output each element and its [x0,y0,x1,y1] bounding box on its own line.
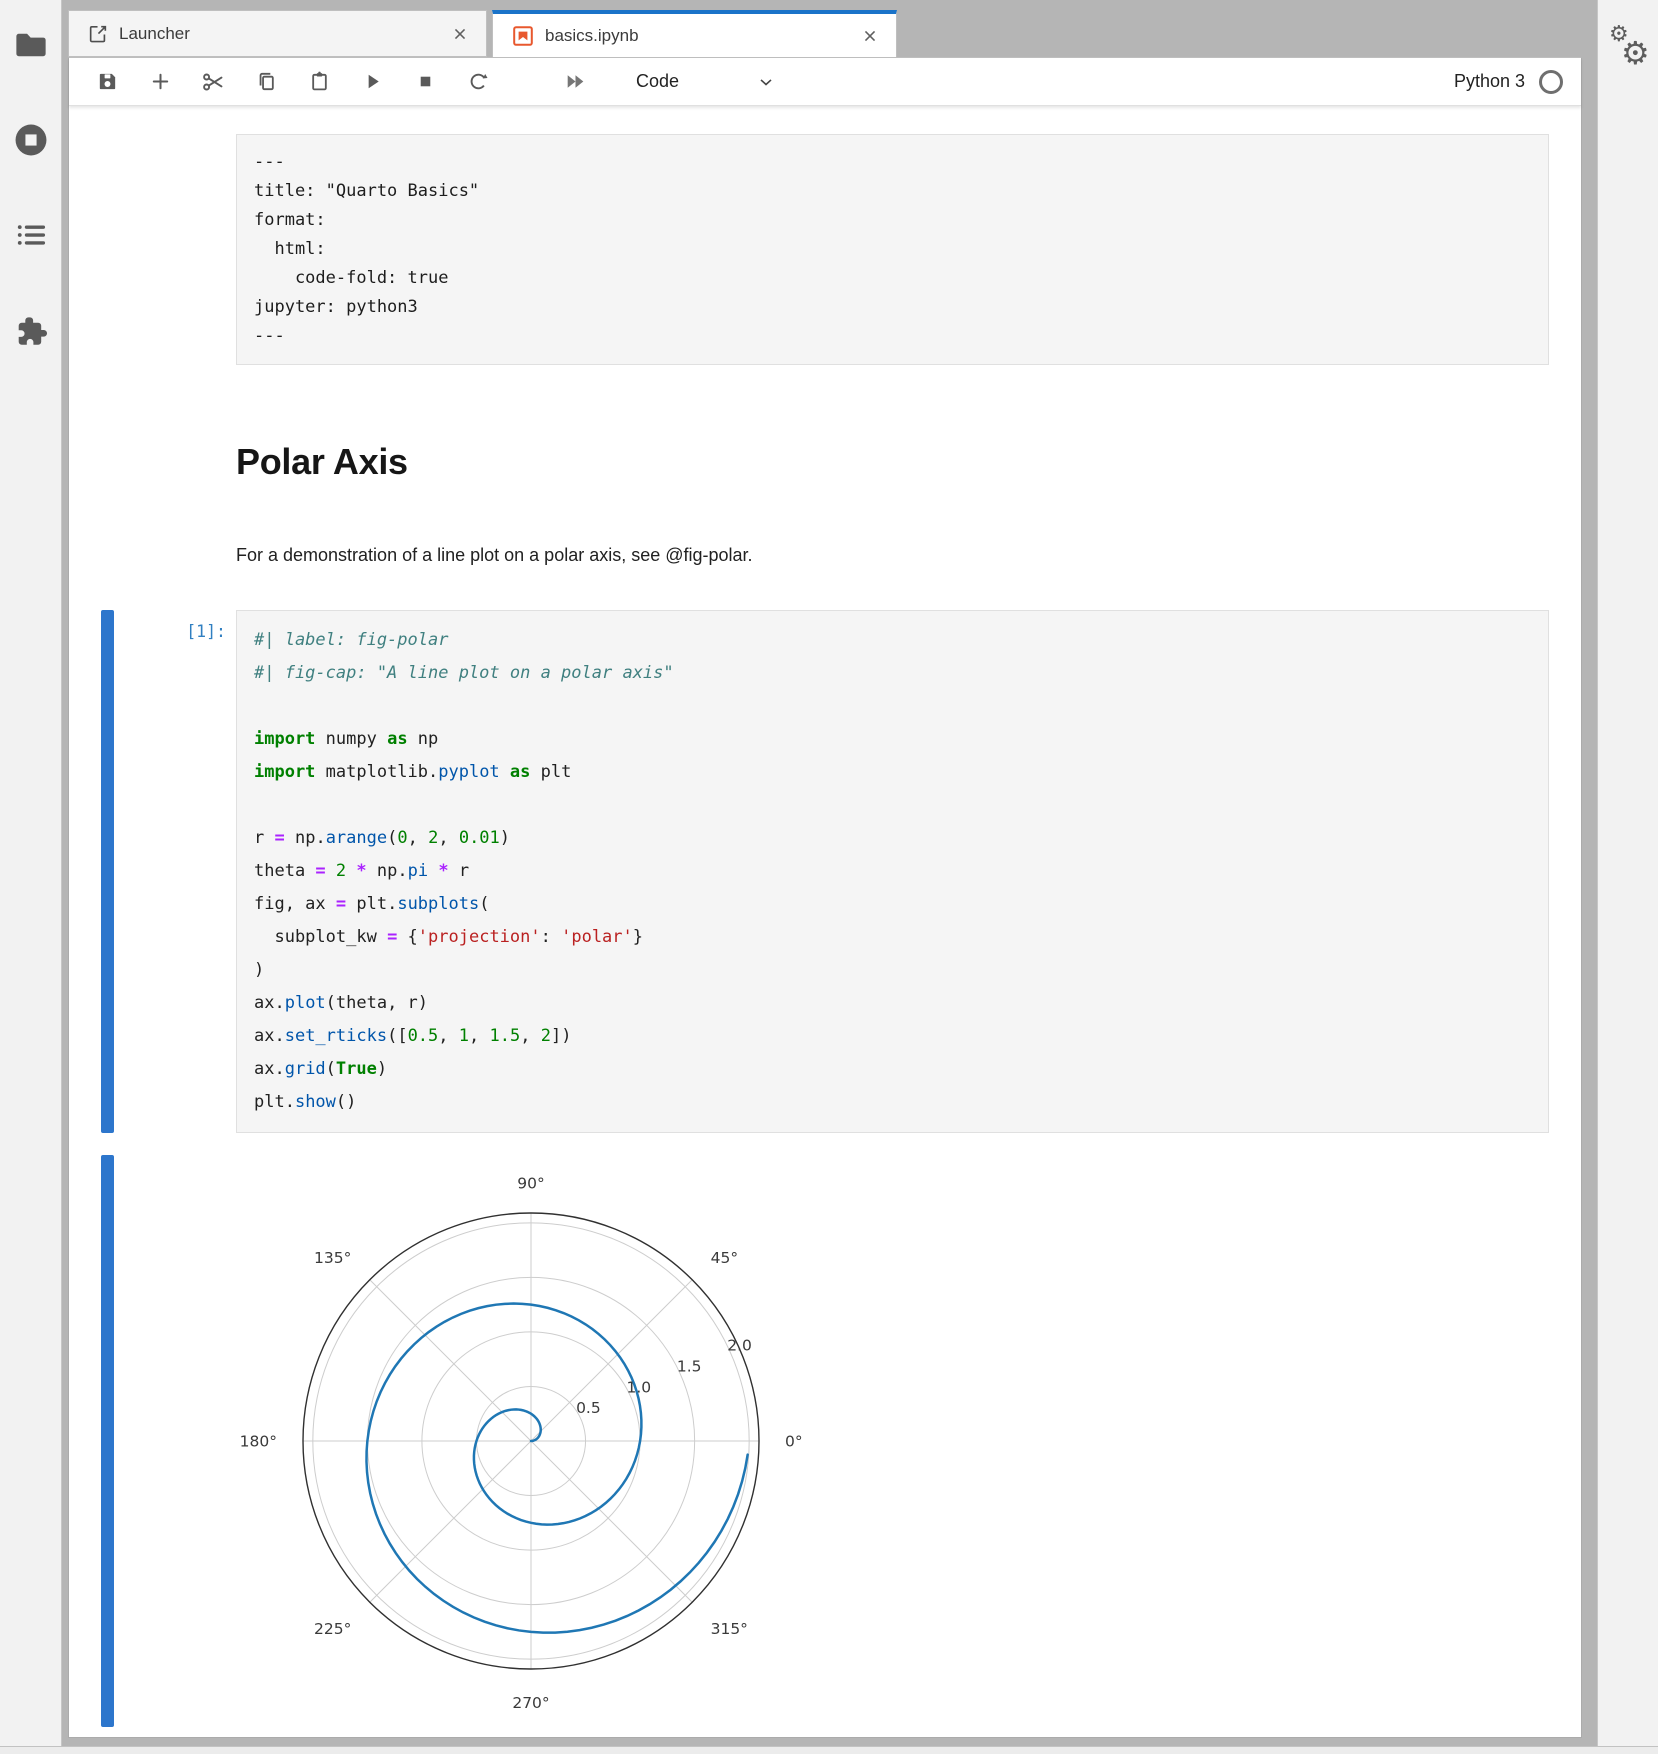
svg-text:1.5: 1.5 [677,1357,702,1375]
svg-text:270°: 270° [512,1694,549,1712]
launcher-icon [87,23,109,45]
status-bar [0,1746,1658,1754]
markdown-paragraph: For a demonstration of a line plot on a … [236,545,1581,566]
polar-plot: 0° 45° 90° 135° 180° 225° 270° 315° 0.5 1.0 1.5 2.0 [236,1155,836,1727]
list-icon [13,217,49,253]
output-area: 0° 45° 90° 135° 180° 225° 270° 315° 0.5 1.0 1.5 2.0 [236,1155,1549,1727]
tab-launcher-label: Launcher [119,24,438,44]
svg-text:90°: 90° [517,1175,544,1193]
code-cell-editor[interactable]: #| label: fig-polar#| fig-cap: "A line p… [236,610,1549,1133]
tab-bar: Launcher basics.ipynb [68,10,1582,57]
cut-button[interactable] [193,65,233,99]
file-browser-icon[interactable] [0,14,62,76]
stop-button[interactable] [405,65,445,99]
tab-notebook[interactable]: basics.ipynb [492,10,897,57]
svg-text:0.5: 0.5 [576,1399,601,1417]
gear-big-icon: ⚙ [1621,34,1650,72]
right-sidebar: ⚙ ⚙ [1597,0,1658,1754]
tab-notebook-label: basics.ipynb [545,26,848,46]
cell-type-dropdown[interactable]: Code [630,67,782,96]
kernel-status-icon[interactable] [1539,70,1563,94]
run-all-button[interactable] [555,65,595,99]
table-of-contents-icon[interactable] [0,204,62,266]
paste-button[interactable] [299,65,339,99]
kernel-area: Python 3 [1454,70,1567,94]
insert-cell-button[interactable] [140,65,180,99]
restart-kernel-button[interactable] [458,65,498,99]
kernel-name: Python 3 [1454,71,1525,92]
markdown-heading: Polar Axis [236,441,1581,483]
running-kernels-icon[interactable] [0,109,62,171]
svg-text:225°: 225° [314,1620,351,1638]
raw-cell-editor[interactable]: ---title: "Quarto Basics"format: html: c… [236,134,1549,365]
notebook-content: ---title: "Quarto Basics"format: html: c… [69,106,1581,1737]
run-button[interactable] [352,65,392,99]
cell-type-value: Code [636,71,679,92]
puzzle-icon [13,312,49,348]
copy-button[interactable] [246,65,286,99]
property-inspector-icon[interactable]: ⚙ ⚙ [1598,16,1658,86]
code-cell-collapser[interactable] [101,610,114,1133]
output-collapser[interactable] [101,1155,114,1727]
tab-launcher-close-icon[interactable] [448,22,472,46]
svg-text:180°: 180° [240,1432,277,1450]
output-prompt [114,1155,236,1727]
notebook-file-icon [511,24,535,48]
tab-notebook-close-icon[interactable] [858,24,882,48]
notebook-toolbar: Code Python 3 [69,58,1581,106]
folder-icon [13,27,49,63]
svg-text:315°: 315° [711,1620,748,1638]
svg-text:45°: 45° [711,1249,738,1267]
stop-circle-icon [12,121,50,159]
chevron-down-icon [756,72,776,92]
save-button[interactable] [87,65,127,99]
code-cell: [1]: #| label: fig-polar#| fig-cap: "A l… [69,610,1581,1133]
output-cell: 0° 45° 90° 135° 180° 225° 270° 315° 0.5 1.0 1.5 2.0 [69,1155,1581,1727]
svg-text:135°: 135° [314,1249,351,1267]
notebook-panel: Launcher basics.ipynb [68,10,1582,1738]
svg-text:2.0: 2.0 [727,1337,752,1355]
extension-manager-icon[interactable] [0,299,62,361]
svg-text:1.0: 1.0 [626,1378,651,1396]
notebook-body: Code Python 3 ---title: "Quarto Basics"f… [68,57,1582,1738]
svg-text:0°: 0° [785,1432,803,1450]
left-sidebar [0,0,62,1754]
execution-count: [1]: [114,610,236,1133]
tab-launcher[interactable]: Launcher [68,10,487,57]
